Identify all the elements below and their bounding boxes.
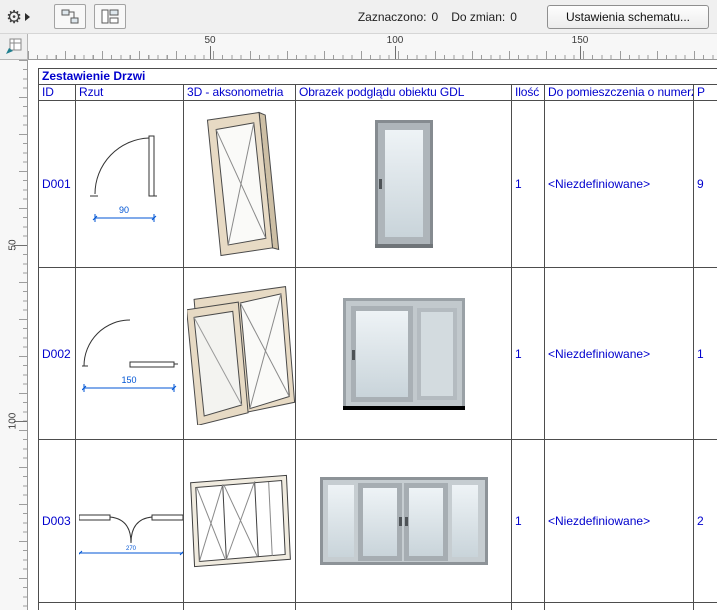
scheme-format-icon	[101, 9, 119, 24]
schedule-title: Zestawienie Drzwi	[37, 68, 717, 85]
gear-icon: ⚙	[6, 6, 23, 27]
table-row: D002 150 1 <Niezdefiniowane> 1	[38, 267, 717, 440]
v-ruler-label: 50	[7, 239, 19, 251]
schedule-table: Zestawienie Drzwi ID Rzut 3D - aksonomet…	[37, 68, 717, 610]
schedule-settings-button[interactable]: Ustawienia schematu...	[546, 4, 709, 29]
empty-cell	[511, 602, 545, 610]
gdl-preview-cell[interactable]	[295, 439, 512, 603]
last-column-cell[interactable]: 1	[692, 267, 717, 440]
last-column-cell[interactable]: 9	[692, 100, 717, 268]
table-row: D003 270 1 <Niezdefiniowane> 2	[38, 439, 717, 603]
col-header-room[interactable]: Do pomieszczenia o numerze	[544, 84, 694, 101]
plan-cell[interactable]: 270	[75, 439, 184, 603]
quantity-cell[interactable]: 1	[511, 267, 545, 440]
quantity-cell[interactable]: 1	[511, 439, 545, 603]
pending-label: Do zmian:	[451, 9, 506, 24]
dimension-label: 270	[126, 546, 137, 552]
h-ruler-medium-ticks	[28, 51, 717, 59]
col-header-quantity[interactable]: Ilość	[511, 84, 545, 101]
door-plan-drawing: 90	[89, 135, 157, 222]
dropdown-arrow-icon	[25, 12, 31, 21]
dimension-label: 90	[118, 205, 128, 215]
empty-cell	[183, 602, 296, 610]
vertical-ruler: 50 100	[0, 60, 28, 610]
schedule-header-row: ID Rzut 3D - aksonometria Obrazek podglą…	[38, 84, 717, 101]
h-ruler-major-tick	[210, 46, 211, 59]
horizontal-ruler: 50 100 150	[28, 34, 717, 60]
room-cell[interactable]: <Niezdefiniowane>	[544, 267, 694, 440]
v-ruler-label: 100	[7, 412, 19, 430]
col-header-plan[interactable]: Rzut	[75, 84, 184, 101]
selected-label: Zaznaczono:	[357, 9, 427, 24]
door-plan-drawing: 150	[81, 319, 178, 392]
door-gdl-preview	[342, 297, 465, 410]
scheme-format-icon-button[interactable]	[94, 4, 127, 29]
schedule-canvas: Zestawienie Drzwi ID Rzut 3D - aksonomet…	[28, 60, 717, 610]
h-ruler-label: 100	[386, 35, 404, 46]
id-cell[interactable]: D001	[38, 100, 76, 268]
scheme-layout-icon	[61, 9, 79, 24]
empty-cell	[75, 602, 184, 610]
col-header-gdl-preview[interactable]: Obrazek podglądu obiektu GDL	[295, 84, 512, 101]
h-ruler-label: 150	[571, 35, 589, 46]
door-gdl-preview	[374, 120, 433, 248]
room-cell[interactable]: <Niezdefiniowane>	[544, 439, 694, 603]
empty-cell	[38, 602, 76, 610]
door-gdl-preview	[319, 477, 488, 565]
v-ruler-medium-ticks	[19, 60, 27, 610]
plan-cell[interactable]: 90	[75, 100, 184, 268]
gdl-preview-cell[interactable]	[295, 100, 512, 268]
selection-status: Zaznaczono: 0 Do zmian: 0	[358, 10, 525, 24]
door-3d-drawing	[189, 474, 291, 568]
door-plan-drawing: 270	[79, 514, 183, 556]
toolbar: ⚙ Zaznaczono: 0 Do zmian: 0 Ustawienia s…	[0, 0, 717, 34]
axonometry-cell[interactable]	[183, 439, 296, 603]
axonometry-cell[interactable]	[183, 267, 296, 440]
col-header-id[interactable]: ID	[38, 84, 76, 101]
h-ruler-major-tick	[395, 46, 396, 59]
id-cell[interactable]: D003	[38, 439, 76, 603]
gdl-preview-cell[interactable]	[295, 267, 512, 440]
col-header-3d[interactable]: 3D - aksonometria	[183, 84, 296, 101]
door-3d-drawing	[187, 285, 295, 425]
table-row	[38, 602, 717, 610]
empty-cell	[295, 602, 512, 610]
id-cell[interactable]: D002	[38, 267, 76, 440]
col-header-clipped[interactable]: P	[692, 84, 717, 101]
selected-count: 0	[431, 9, 439, 24]
h-ruler-label: 50	[204, 35, 216, 46]
dimension-label: 150	[121, 375, 136, 385]
table-row: D001 90 1 <Niezdefiniowane> 9	[38, 100, 717, 268]
scheme-layout-icon-button[interactable]	[54, 4, 87, 29]
door-3d-drawing	[206, 111, 279, 257]
ruler-origin-button[interactable]	[0, 34, 28, 60]
schedule-title-row: Zestawienie Drzwi	[37, 68, 717, 85]
last-column-cell[interactable]: 2	[692, 439, 717, 603]
pending-count: 0	[510, 9, 517, 24]
empty-cell	[692, 602, 717, 610]
axonometry-cell[interactable]	[183, 100, 296, 268]
room-cell[interactable]: <Niezdefiniowane>	[544, 100, 694, 268]
scheme-settings-gear-icon[interactable]: ⚙	[6, 6, 31, 27]
h-ruler-major-tick	[580, 46, 581, 59]
schedule-window: ⚙ Zaznaczono: 0 Do zmian: 0 Ustawienia s…	[0, 0, 717, 610]
ruler-origin-icon	[6, 38, 22, 54]
plan-cell[interactable]: 150	[75, 267, 184, 440]
empty-cell	[544, 602, 694, 610]
quantity-cell[interactable]: 1	[511, 100, 545, 268]
